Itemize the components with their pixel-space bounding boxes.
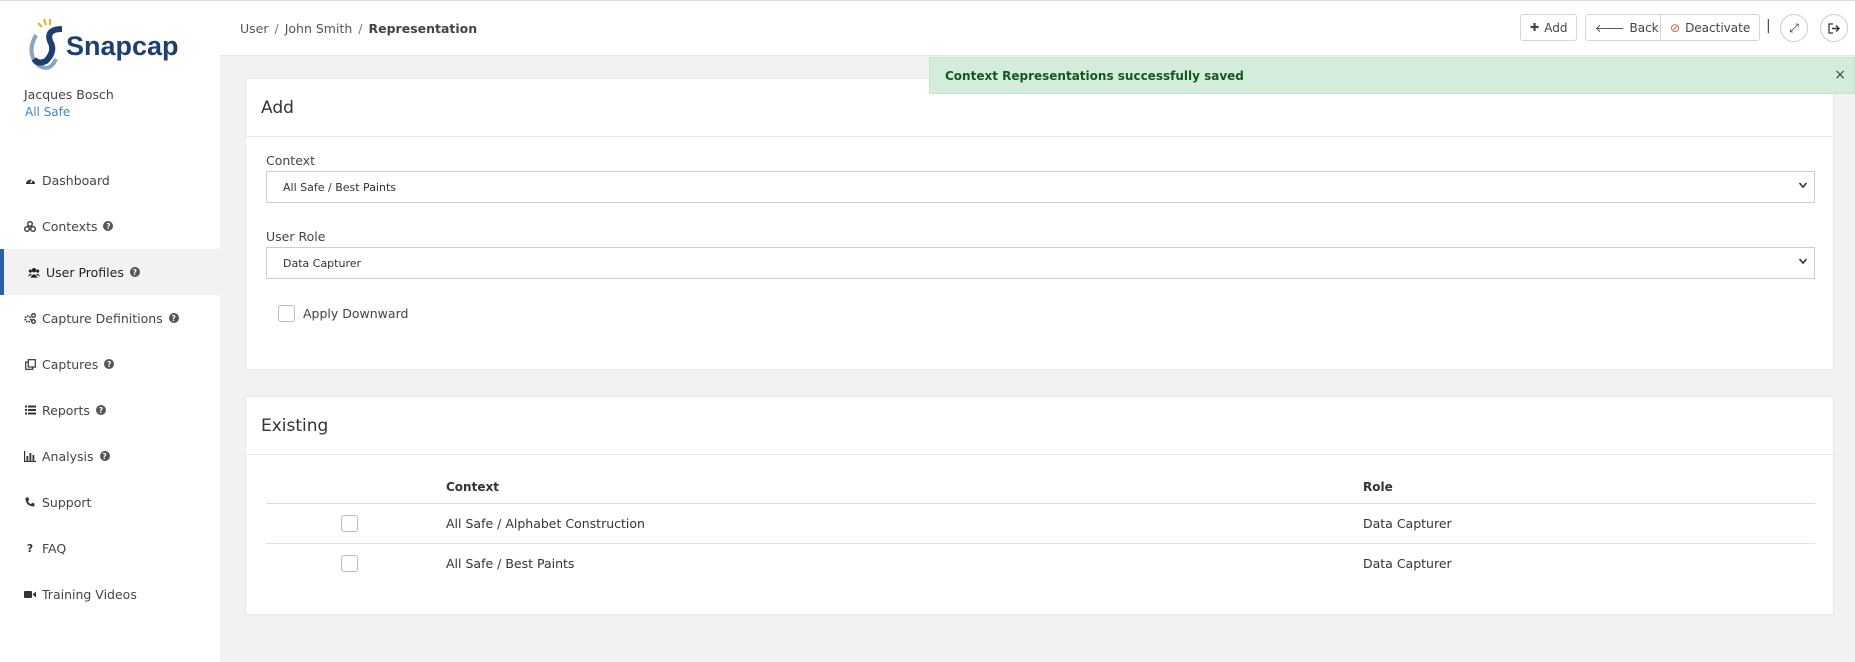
expand-icon[interactable]: ⤢ <box>1780 14 1808 42</box>
user-role-select[interactable]: Data Capturer <box>266 247 1815 279</box>
sidebar-item-label: Reports <box>42 402 90 418</box>
sidebar-item-dashboard[interactable]: Dashboard <box>0 157 220 203</box>
help-icon[interactable]: ? <box>129 267 140 277</box>
add-button-label: Add <box>1544 20 1568 35</box>
close-icon[interactable]: × <box>1834 67 1846 83</box>
user-role-select-value: Data Capturer <box>283 256 362 270</box>
chevron-down-icon <box>1798 258 1808 265</box>
add-panel: Add Context All Safe / Best Paints User … <box>245 78 1834 370</box>
breadcrumb-john-smith[interactable]: John Smith <box>285 21 353 36</box>
user-role-label: User Role <box>266 229 326 244</box>
sidebar-item-captures[interactable]: Captures ? <box>0 341 220 387</box>
row-role: Data Capturer <box>1363 556 1452 571</box>
existing-table: Context Role All Safe / Alphabet Constru… <box>266 469 1815 584</box>
topbar: User / John Smith / Representation ✚ Add 🡐 Bac… <box>220 0 1855 56</box>
toolbar-divider: | <box>1766 18 1771 34</box>
sidebar-item-support[interactable]: Support <box>0 479 220 525</box>
table-header: Context Role <box>266 469 1815 504</box>
user-org-link[interactable]: All Safe <box>25 105 70 119</box>
help-icon[interactable]: ? <box>104 359 115 369</box>
row-checkbox[interactable] <box>341 555 358 572</box>
video-icon <box>24 588 36 600</box>
apply-downward-checkbox[interactable] <box>278 305 295 322</box>
existing-panel: Existing Context Role All Safe / Alphabe… <box>245 396 1834 615</box>
column-header-context: Context <box>446 480 499 494</box>
context-select[interactable]: All Safe / Best Paints <box>266 171 1815 203</box>
sidebar-item-label: Analysis <box>42 448 94 464</box>
row-role: Data Capturer <box>1363 516 1452 531</box>
breadcrumb-separator: / <box>358 21 363 36</box>
cogs-icon <box>24 312 36 324</box>
help-icon[interactable]: ? <box>168 313 179 323</box>
help-icon[interactable]: ? <box>99 451 110 461</box>
breadcrumb-user[interactable]: User <box>240 21 269 36</box>
sidebar-item-label: Training Videos <box>42 586 137 602</box>
row-checkbox[interactable] <box>341 515 358 532</box>
sidebar: Snapcap Jacques Bosch All Safe Dashboard… <box>0 0 220 662</box>
phone-icon <box>24 496 36 508</box>
sidebar-item-label: Capture Definitions <box>42 310 163 326</box>
help-icon[interactable]: ? <box>103 221 114 231</box>
chevron-down-icon <box>1798 182 1808 189</box>
sidebar-item-faq[interactable]: ? FAQ <box>0 525 220 571</box>
sidebar-item-label: User Profiles <box>46 264 124 280</box>
breadcrumb-separator: / <box>274 21 279 36</box>
context-select-value: All Safe / Best Paints <box>283 180 397 194</box>
logout-icon[interactable] <box>1820 14 1848 42</box>
help-icon[interactable]: ? <box>95 405 106 415</box>
snapcap-logo[interactable]: Snapcap <box>16 13 196 73</box>
sidebar-item-contexts[interactable]: Contexts ? <box>0 203 220 249</box>
deactivate-button-label: Deactivate <box>1685 20 1751 35</box>
row-context: All Safe / Alphabet Construction <box>446 516 645 531</box>
sidebar-item-label: Contexts <box>42 218 98 234</box>
contexts-icon <box>24 220 36 232</box>
sidebar-item-label: FAQ <box>42 540 67 556</box>
row-context: All Safe / Best Paints <box>446 556 575 571</box>
sidebar-item-training-videos[interactable]: Training Videos <box>0 571 220 617</box>
deactivate-button[interactable]: ⊘ Deactivate <box>1660 14 1761 41</box>
table-row: All Safe / Best Paints Data Capturer <box>266 544 1815 584</box>
table-row: All Safe / Alphabet Construction Data Ca… <box>266 504 1815 544</box>
sidebar-item-user-profiles[interactable]: User Profiles ? <box>0 249 220 295</box>
add-button[interactable]: ✚ Add <box>1520 14 1578 41</box>
context-label: Context <box>266 153 315 168</box>
sidebar-item-label: Dashboard <box>42 172 110 188</box>
sidebar-item-analysis[interactable]: Analysis ? <box>0 433 220 479</box>
column-header-role: Role <box>1363 480 1393 494</box>
user-name: Jacques Bosch <box>24 87 114 102</box>
sidebar-nav: Dashboard Contexts ? User Profiles ? Cap… <box>0 157 220 617</box>
back-button-label: Back <box>1629 20 1659 35</box>
breadcrumb-current: Representation <box>368 21 478 36</box>
arrow-left-icon: 🡐 <box>1595 21 1625 35</box>
users-icon <box>28 266 40 278</box>
question-icon: ? <box>26 541 34 555</box>
apply-downward-label: Apply Downward <box>303 306 409 321</box>
logo-text: Snapcap <box>66 31 179 61</box>
existing-panel-title: Existing <box>246 397 1833 455</box>
sidebar-item-label: Captures <box>42 356 99 372</box>
breadcrumb: User / John Smith / Representation <box>240 21 477 36</box>
ban-icon: ⊘ <box>1670 20 1681 35</box>
dashboard-icon <box>24 174 36 186</box>
list-icon <box>24 404 36 416</box>
success-alert: Context Representations successfully sav… <box>929 57 1855 94</box>
captures-icon <box>24 358 36 370</box>
apply-downward-field: Apply Downward <box>278 305 408 322</box>
sidebar-item-capture-definitions[interactable]: Capture Definitions ? <box>0 295 220 341</box>
alert-message: Context Representations successfully sav… <box>945 68 1244 83</box>
sidebar-item-label: Support <box>42 494 92 510</box>
sidebar-item-reports[interactable]: Reports ? <box>0 387 220 433</box>
plus-icon: ✚ <box>1530 21 1540 34</box>
back-button[interactable]: 🡐 Back <box>1585 14 1669 41</box>
bar-chart-icon <box>24 450 36 462</box>
